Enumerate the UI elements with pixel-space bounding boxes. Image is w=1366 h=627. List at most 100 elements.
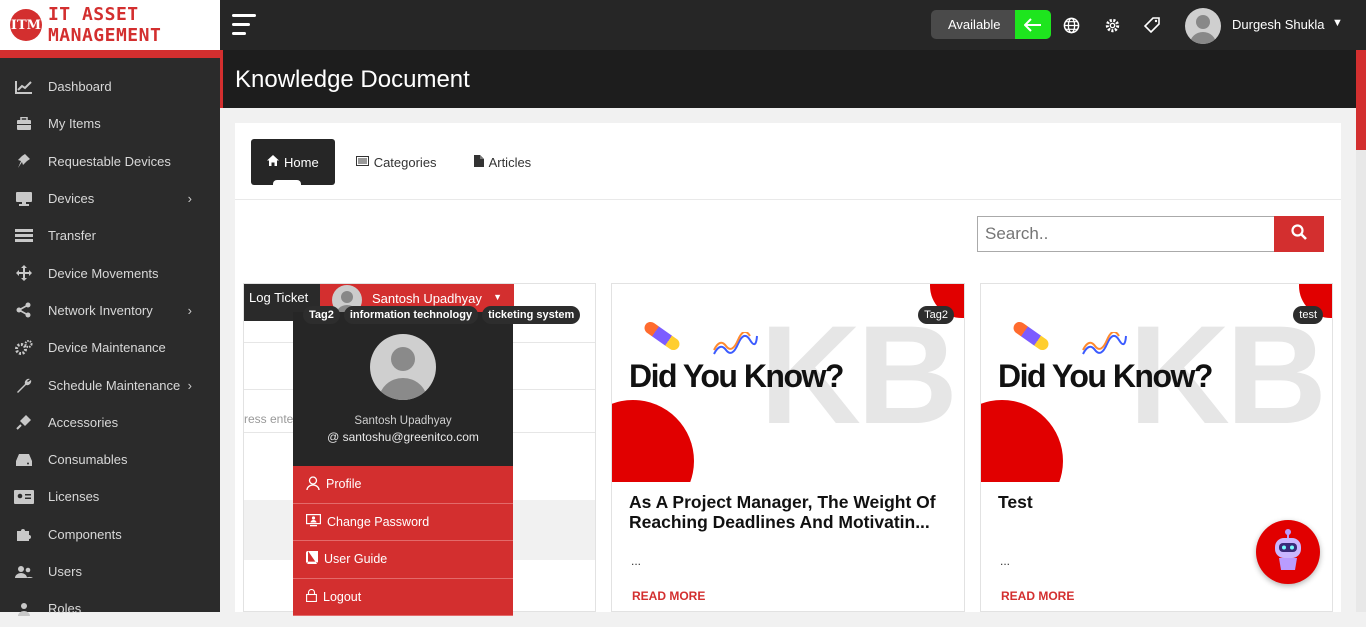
dropdown-user-name: Santosh Upadhyay [354,415,452,427]
status-toggle[interactable]: Available [931,10,1051,39]
gears-icon [14,339,34,356]
sidebar-item-label: Device Maintenance [48,340,166,356]
card-image: KB Did You Know? Tag2 [612,284,964,482]
menu-item-label: Logout [323,589,362,604]
logo-text: IT ASSET MANAGEMENT [47,4,162,46]
sidebar-item-device-maintenance[interactable]: Device Maintenance [0,329,220,366]
sidebar-item-label: Requestable Devices [48,153,171,169]
card-tags: Tag2 information technology ticketing sy… [303,306,581,324]
read-more-link[interactable]: READ MORE [1001,589,1074,603]
users-icon [14,564,34,580]
sidebar-item-label: Devices [48,191,95,207]
hdd-icon [14,452,34,468]
card-title[interactable]: Test [998,492,1328,512]
card-title[interactable]: As A Project Manager, The Weight Of Reac… [629,492,959,532]
logo-badge: ITM [10,9,42,41]
gear-icon[interactable] [1103,16,1121,34]
menu-item-label: Change Password [327,514,430,529]
dropdown-menu: Profile Change Password User Guide Logou… [293,466,513,616]
tab-home[interactable]: Home [251,139,335,185]
roles-icon [14,601,34,617]
tag-badge[interactable]: ticketing system [482,306,581,324]
sidebar-item-users[interactable]: Users [0,553,220,590]
menu-item-change-password[interactable]: Change Password [293,503,513,541]
read-more-link[interactable]: READ MORE [632,589,705,603]
menu-item-logout[interactable]: Logout [293,578,513,616]
user-name: Santosh Upadhyay [372,291,482,306]
sidebar-item-components[interactable]: Components [0,516,220,553]
lock-icon [306,588,317,605]
sidebar-item-network-inventory[interactable]: Network Inventory › [0,292,220,329]
user-icon [306,476,320,493]
share-nodes-icon [14,302,34,318]
sidebar-item-accessories[interactable]: Accessories [0,404,220,441]
sidebar-item-label: Dashboard [48,79,112,95]
sidebar-item-label: Components [48,526,122,542]
article-card[interactable]: KB Did You Know? Tag2 As A Project Manag… [611,283,965,612]
logo[interactable]: ITM IT ASSET MANAGEMENT [0,0,220,58]
sidebar-item-licenses[interactable]: Licenses [0,478,220,515]
sidebar: ITM IT ASSET MANAGEMENT Dashboard My Ite… [0,0,220,616]
sidebar-item-label: Licenses [48,489,100,505]
chart-line-icon [14,79,34,95]
squiggle-icon [1082,332,1127,355]
tab-label: Home [284,154,319,170]
search-icon [1291,223,1307,245]
book-icon [306,550,319,567]
menu-item-label: Profile [326,477,362,492]
hamburger-menu-icon[interactable] [232,14,256,36]
id-card-icon [14,489,34,505]
sidebar-item-requestable-devices[interactable]: Requestable Devices [0,143,220,180]
sidebar-item-label: Consumables [48,452,128,468]
sidebar-item-label: My Items [48,116,101,132]
sidebar-item-label: Network Inventory [48,302,153,318]
sidebar-item-label: Users [48,564,82,579]
plug-icon [14,414,34,431]
avatar[interactable] [1185,8,1221,44]
caret-down-icon[interactable]: ▼ [1332,17,1343,29]
tag-badge[interactable]: Tag2 [303,306,340,324]
page-header: Knowledge Document [220,50,1356,108]
sidebar-item-dashboard[interactable]: Dashboard [0,68,220,105]
sidebar-item-roles[interactable]: Roles [0,590,220,627]
arrow-left-icon[interactable] [1015,10,1051,39]
sidebar-item-schedule-maintenance[interactable]: Schedule Maintenance › [0,366,220,403]
tab-articles[interactable]: Articles [458,139,548,185]
squiggle-icon [713,332,758,355]
list-alt-icon [355,155,369,169]
globe-icon[interactable] [1062,16,1080,34]
sidebar-item-devices[interactable]: Devices › [0,180,220,217]
sidebar-item-label: Device Movements [48,265,159,281]
sidebar-item-label: Transfer [48,228,96,244]
search-button[interactable] [1274,216,1324,252]
home-icon [267,155,279,169]
tab-categories[interactable]: Categories [340,139,453,185]
search-input[interactable] [978,217,1274,251]
scrollbar-thumb[interactable] [1356,50,1366,150]
tag-badge[interactable]: information technology [343,306,479,324]
arrows-move-icon [14,265,34,282]
tag-badge[interactable]: test [1293,306,1323,324]
monitor-user-icon [306,513,322,530]
card-headline: Did You Know? [998,358,1213,394]
menu-item-profile[interactable]: Profile [293,466,513,504]
user-dropdown: Santosh Upadhyay @ santoshu@greenitco.co… [293,312,513,616]
menu-item-user-guide[interactable]: User Guide [293,541,513,579]
log-ticket-label: Log Ticket [249,290,309,305]
thumbtack-icon [14,153,34,169]
sidebar-item-transfer[interactable]: Transfer [0,217,220,254]
divider [235,199,1341,200]
user-name[interactable]: Durgesh Shukla [1232,17,1325,32]
card-image: KB Did You Know? test [981,284,1332,482]
sidebar-item-my-items[interactable]: My Items [0,105,220,142]
card-excerpt: ... [1000,554,1011,568]
pencil-icon [642,319,682,353]
sidebar-item-label: Accessories [48,414,119,430]
sidebar-item-device-movements[interactable]: Device Movements [0,254,220,291]
tab-bar: Home Categories Articles [251,139,552,185]
sidebar-menu: Dashboard My Items Requestable Devices D… [0,68,220,627]
chatbot-button[interactable] [1256,520,1320,584]
tag-badge[interactable]: Tag2 [918,306,954,324]
sidebar-item-consumables[interactable]: Consumables [0,441,220,478]
tag-icon[interactable] [1143,16,1161,34]
